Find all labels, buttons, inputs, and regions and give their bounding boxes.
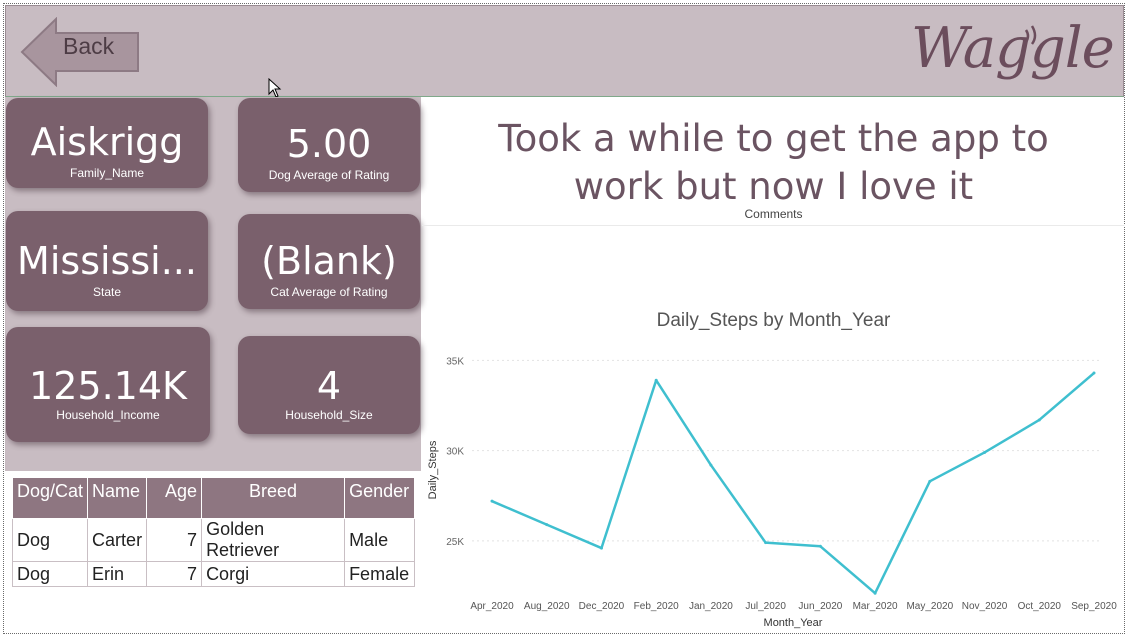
household-income-card[interactable]: 125.14K Household_Income	[6, 327, 210, 442]
data-point	[873, 591, 877, 595]
x-tick-label: Nov_2020	[962, 601, 1008, 612]
pets-table: Dog/Cat Name Age Breed Gender Dog Carter…	[11, 477, 415, 587]
data-point	[709, 463, 713, 467]
comment-label: Comments	[744, 207, 803, 221]
signal-waves-icon	[1024, 25, 1037, 45]
x-tick-label: Aug_2020	[524, 601, 570, 612]
y-tick-label: 30K	[446, 447, 464, 458]
x-tick-label: Apr_2020	[470, 601, 514, 612]
comment-text: Took a while to get the app to work but …	[422, 115, 1125, 211]
cat-rating-label: Cat Average of Rating	[270, 285, 388, 299]
family-name-card[interactable]: Aiskrigg Family_Name	[6, 98, 208, 188]
data-point	[983, 450, 987, 454]
column-header[interactable]: Name	[87, 477, 148, 519]
dog-rating-card[interactable]: 5.00 Dog Average of Rating	[238, 98, 420, 192]
comment-line-2: work but now I love it	[573, 165, 974, 208]
line-chart-svg: 25K 30K 35K Apr_2020 Aug_2020 Dec_2020 Feb_202…	[427, 356, 1117, 629]
table-cell: 7	[146, 518, 203, 562]
table-cell: Dog	[11, 561, 89, 587]
data-point	[490, 499, 494, 503]
x-tick-label: Feb_2020	[634, 601, 679, 612]
waggle-logo: Waggle	[911, 16, 1115, 81]
data-point	[599, 546, 603, 550]
table-cell: Erin	[87, 561, 148, 587]
comment-card[interactable]: Took a while to get the app to work but …	[422, 97, 1125, 226]
family-name-value: Aiskrigg	[30, 120, 184, 164]
comment-line-1: Took a while to get the app to	[498, 117, 1049, 160]
state-card[interactable]: Mississi... State	[6, 211, 208, 311]
series-line	[491, 372, 1095, 595]
column-header[interactable]: Dog/Cat	[11, 477, 89, 519]
table-cell: Corgi	[201, 561, 346, 587]
state-value: Mississi...	[17, 239, 197, 283]
data-point	[545, 523, 549, 527]
data-point	[764, 541, 768, 545]
household-income-value: 125.14K	[29, 364, 187, 408]
x-tick-label: Jun_2020	[798, 601, 842, 612]
x-axis-label: Month_Year	[764, 617, 823, 629]
mouse-cursor-icon	[268, 78, 282, 98]
back-button[interactable]: Back	[20, 17, 140, 87]
data-point	[1092, 371, 1096, 375]
household-income-label: Household_Income	[56, 408, 160, 422]
data-point	[928, 479, 932, 483]
x-tick-label: Sep_2020	[1071, 601, 1117, 612]
data-point	[654, 378, 658, 382]
data-point	[1037, 418, 1041, 422]
back-button-label: Back	[63, 33, 115, 59]
y-tick-label: 25K	[446, 537, 464, 548]
data-point	[818, 544, 822, 548]
x-tick-label: Dec_2020	[579, 601, 625, 612]
header-bar: Back Waggle	[5, 5, 1124, 97]
household-size-value: 4	[316, 364, 342, 408]
y-tick-label: 35K	[446, 356, 464, 367]
table-cell: Male	[344, 518, 415, 562]
x-tick-label: Jul_2020	[745, 601, 786, 612]
x-tick-label: May_2020	[906, 601, 953, 612]
table-cell: 7	[146, 561, 203, 587]
table-cell: Carter	[87, 518, 148, 562]
column-header[interactable]: Breed	[201, 477, 346, 519]
cat-rating-card[interactable]: (Blank) Cat Average of Rating	[238, 214, 420, 309]
daily-steps-chart[interactable]: Daily_Steps by Month_Year 25K 30K 35K Apr_2…	[422, 300, 1125, 634]
family-name-label: Family_Name	[69, 166, 144, 180]
x-tick-label: Jan_2020	[689, 601, 733, 612]
household-size-label: Household_Size	[285, 408, 373, 422]
state-label: State	[92, 285, 122, 299]
y-axis-label: Daily_Steps	[427, 440, 439, 499]
x-tick-label: Oct_2020	[1018, 601, 1062, 612]
column-header[interactable]: Age	[146, 477, 203, 519]
table-row[interactable]: Dog Erin 7 Corgi Female	[11, 561, 415, 587]
table-cell: Female	[344, 561, 415, 587]
dog-rating-label: Dog Average of Rating	[268, 168, 390, 182]
table-cell: Golden Retriever	[201, 518, 346, 562]
x-tick-label: Mar_2020	[853, 601, 898, 612]
table-header-row: Dog/Cat Name Age Breed Gender	[11, 477, 415, 519]
household-size-card[interactable]: 4 Household_Size	[238, 336, 420, 434]
column-header[interactable]: Gender	[344, 477, 415, 519]
table-row[interactable]: Dog Carter 7 Golden Retriever Male	[11, 518, 415, 562]
dog-rating-value: 5.00	[286, 122, 372, 166]
table-cell: Dog	[11, 518, 89, 562]
cat-rating-value: (Blank)	[261, 239, 397, 283]
